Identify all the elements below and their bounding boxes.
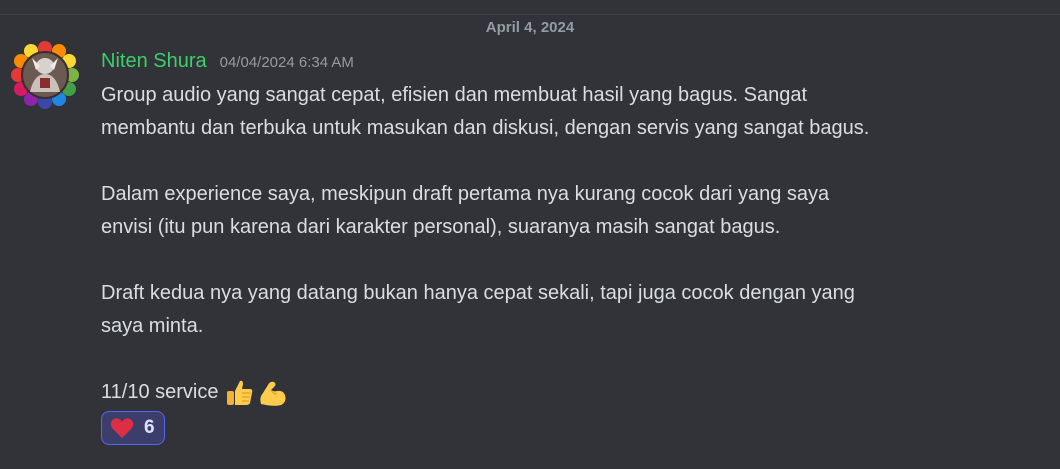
message-line-with-emoji: 11/10 service: [101, 376, 1001, 409]
message-header: Niten Shura 04/04/2024 6:34 AM: [101, 48, 354, 74]
chat-message-view: April 4, 2024 Niten Shura 04/04/2024 6:3…: [0, 0, 1060, 469]
message-line: Dalam experience saya, meskipun draft pe…: [101, 183, 830, 205]
avatar-image: [11, 41, 79, 109]
author-name[interactable]: Niten Shura: [101, 48, 207, 74]
date-divider-label: April 4, 2024: [477, 18, 583, 38]
avatar[interactable]: [10, 40, 80, 110]
message-line: Draft kedua nya yang datang bukan hanya …: [101, 282, 855, 304]
thumbs-up-icon[interactable]: [224, 377, 256, 409]
message-content: Group audio yang sangat cepat, efisien d…: [101, 79, 1001, 409]
heart-icon: [110, 418, 134, 438]
message-line: 11/10 service: [101, 381, 219, 403]
flexed-biceps-icon[interactable]: [256, 377, 288, 409]
heart-reaction-button[interactable]: 6: [101, 411, 165, 445]
message-line: Group audio yang sangat cepat, efisien d…: [101, 84, 808, 106]
reaction-count: 6: [144, 417, 155, 438]
message-timestamp[interactable]: 04/04/2024 6:34 AM: [220, 53, 354, 73]
date-divider: April 4, 2024: [0, 14, 1060, 38]
message-line: membantu dan terbuka untuk masukan dan d…: [101, 117, 870, 139]
message-line: envisi (itu pun karena dari karakter per…: [101, 216, 781, 238]
message-line: saya minta.: [101, 315, 204, 337]
